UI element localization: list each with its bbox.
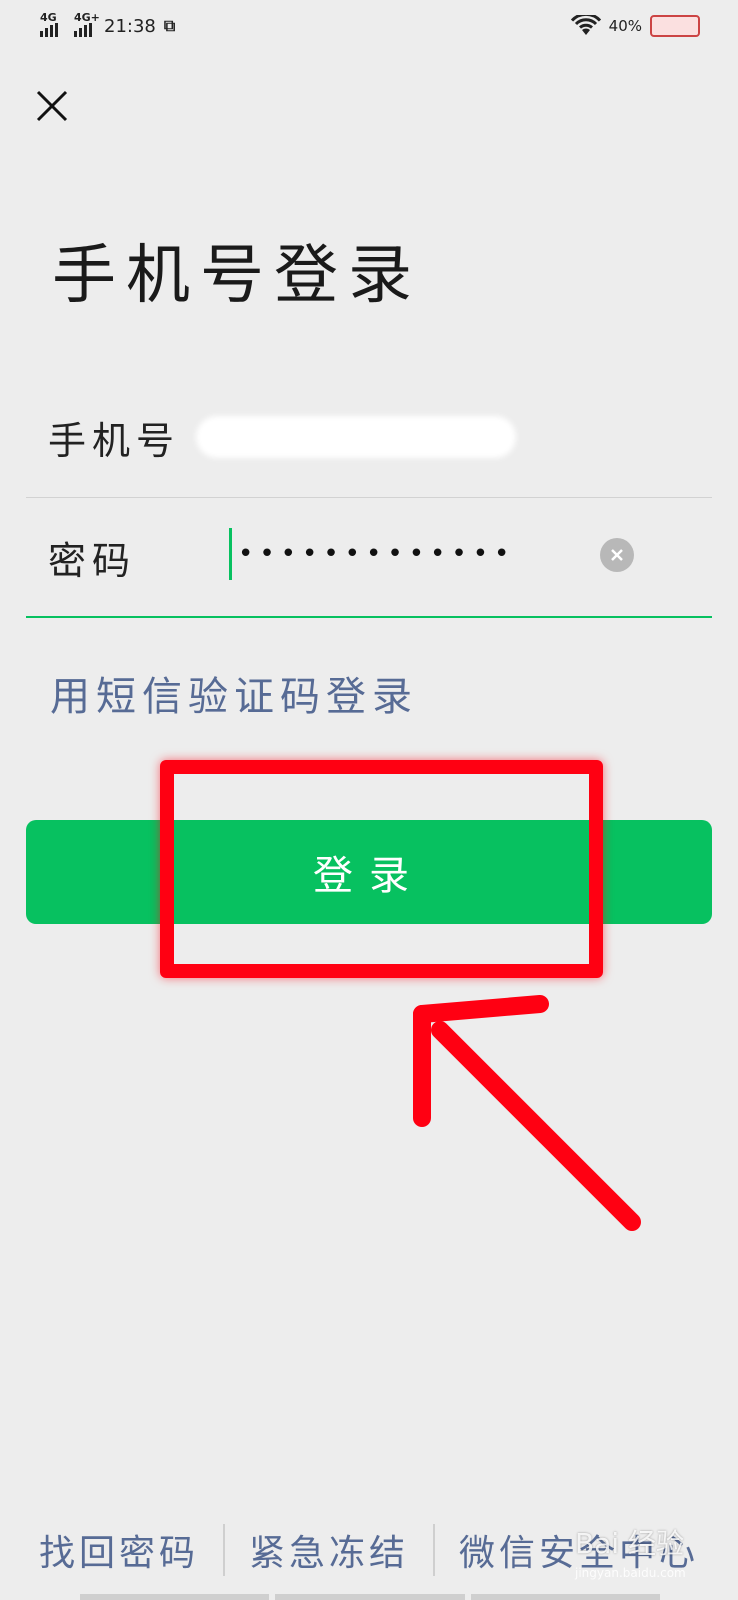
status-right: 40%: [570, 15, 700, 37]
signal-icon-1: 4G: [40, 11, 58, 37]
signal-icon-2: 4G+: [74, 11, 100, 37]
status-bar: 4G 4G+ 21:38 ⧉ 40%: [0, 0, 738, 52]
battery-level: 40%: [608, 17, 642, 35]
phone-label: 手机号: [48, 419, 181, 463]
login-button[interactable]: 登录: [26, 820, 712, 924]
sms-login-link[interactable]: 用短信验证码登录: [50, 664, 418, 722]
network-type-2: 4G+: [74, 11, 100, 24]
gesture-nav-bar: [80, 1594, 660, 1600]
status-time: 21:38: [104, 15, 156, 37]
annotation-arrow-icon: [413, 995, 641, 1231]
status-left: 4G 4G+ 21:38 ⧉: [40, 11, 176, 37]
close-icon: [36, 90, 68, 122]
password-field[interactable]: 密码 •••••••••••••: [26, 498, 712, 618]
network-type-1: 4G: [40, 11, 57, 24]
security-center-link[interactable]: 微信安全中心: [435, 1524, 723, 1576]
text-cursor: [229, 528, 232, 580]
close-button[interactable]: [32, 86, 72, 126]
battery-icon: [650, 15, 700, 37]
emergency-freeze-link[interactable]: 紧急冻结: [225, 1524, 433, 1576]
page-title: 手机号登录: [52, 239, 422, 313]
notification-icon: ⧉: [163, 16, 176, 35]
find-password-link[interactable]: 找回密码: [15, 1524, 223, 1576]
clear-icon: [611, 549, 623, 561]
clear-password-button[interactable]: [600, 538, 634, 572]
footer-links: 找回密码 紧急冻结 微信安全中心: [0, 1510, 738, 1590]
phone-field[interactable]: 手机号: [26, 378, 712, 498]
password-input[interactable]: •••••••••••••: [238, 528, 515, 580]
phone-input-redacted[interactable]: [196, 416, 516, 458]
password-label: 密码: [48, 538, 137, 583]
wifi-icon: [570, 15, 601, 37]
